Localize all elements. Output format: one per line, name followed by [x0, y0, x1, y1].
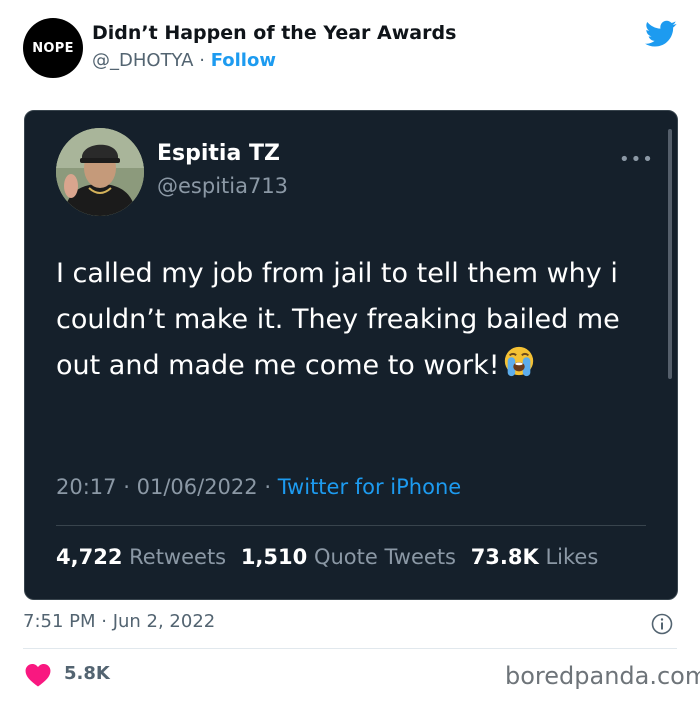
quote-tweets-stat[interactable]: 1,510 Quote Tweets	[241, 545, 456, 569]
retweets-label: Retweets	[129, 545, 227, 569]
avatar-text: NOPE	[32, 40, 74, 56]
likes-stat[interactable]: 73.8K Likes	[471, 545, 599, 569]
avatar-photo	[56, 128, 144, 216]
tweet-date[interactable]: 01/06/2022	[137, 475, 258, 499]
separator: ·	[123, 475, 130, 499]
author-handle[interactable]: @espitia713	[157, 174, 288, 198]
separator: ·	[199, 50, 205, 71]
divider	[56, 525, 646, 526]
tweet-meta: 20:17 · 01/06/2022 · Twitter for iPhone	[56, 475, 461, 499]
loudly-crying-face-icon	[504, 346, 533, 377]
heart-icon[interactable]	[25, 663, 51, 687]
embedded-tweet-card[interactable]: Espitia TZ @espitia713 ••• I called my j…	[24, 110, 678, 600]
tweet-timestamp[interactable]: 7:51 PM · Jun 2, 2022	[23, 611, 215, 632]
avatar[interactable]: NOPE	[23, 18, 83, 78]
more-options-icon[interactable]: •••	[619, 149, 654, 170]
twitter-bird-icon[interactable]	[645, 20, 677, 48]
account-name[interactable]: Didn’t Happen of the Year Awards	[92, 22, 456, 44]
like-count[interactable]: 5.8K	[64, 663, 110, 684]
likes-label: Likes	[545, 545, 599, 569]
tweet-stats: 4,722 Retweets 1,510 Quote Tweets 73.8K …	[56, 545, 606, 569]
likes-count: 73.8K	[470, 545, 539, 569]
watermark: boredpanda.com	[505, 662, 700, 690]
outer-tweet-header: NOPE Didn’t Happen of the Year Awards @_…	[0, 0, 700, 100]
account-handle[interactable]: @_DHOTYA	[92, 50, 193, 71]
tweet-time[interactable]: 20:17	[56, 475, 117, 499]
handle-line: @_DHOTYA · Follow	[92, 50, 276, 71]
retweets-stat[interactable]: 4,722 Retweets	[56, 545, 226, 569]
retweets-count: 4,722	[56, 545, 123, 569]
author-name[interactable]: Espitia TZ	[157, 141, 280, 166]
tweet-source-link[interactable]: Twitter for iPhone	[278, 475, 462, 499]
tweet-text: I called my job from jail to tell them w…	[56, 251, 641, 389]
divider	[23, 648, 677, 649]
info-icon[interactable]	[651, 613, 673, 635]
scrollbar[interactable]	[668, 129, 672, 379]
avatar[interactable]	[56, 128, 144, 216]
quotes-count: 1,510	[240, 545, 308, 569]
separator: ·	[264, 475, 272, 499]
follow-button[interactable]: Follow	[211, 50, 276, 71]
quotes-label: Quote Tweets	[313, 545, 456, 569]
